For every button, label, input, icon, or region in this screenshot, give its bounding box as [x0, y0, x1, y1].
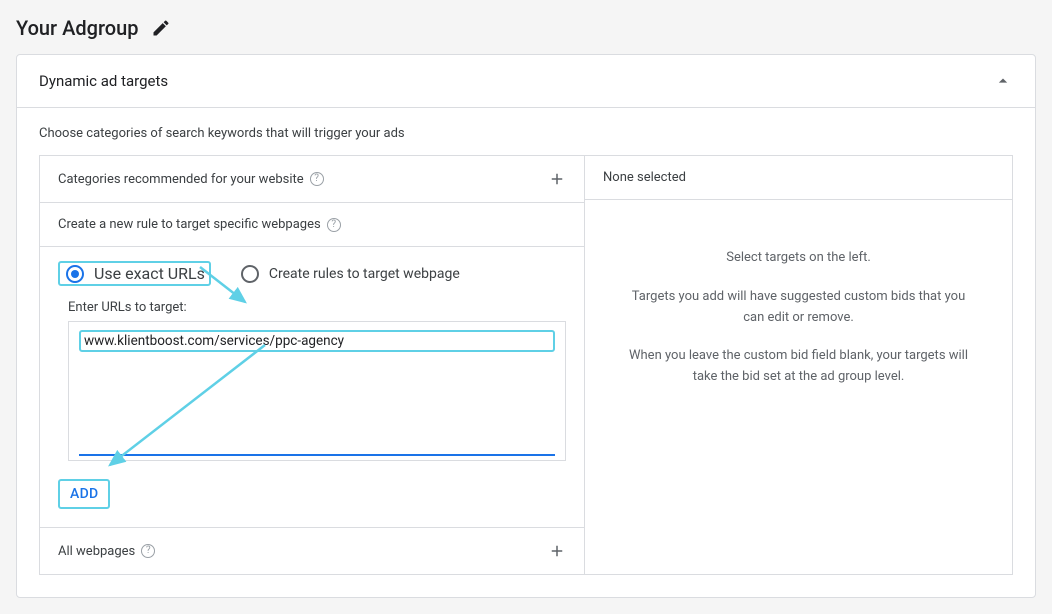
targets-columns: Categories recommended for your website … — [39, 155, 1013, 575]
plus-icon[interactable] — [548, 542, 566, 560]
left-column: Categories recommended for your website … — [40, 156, 585, 574]
radio-use-exact-urls[interactable]: Use exact URLs — [58, 261, 211, 286]
rule-area: Use exact URLs Create rules to target we… — [40, 247, 584, 528]
plus-icon[interactable] — [548, 170, 566, 188]
row-categories[interactable]: Categories recommended for your website … — [40, 156, 584, 203]
help-line-1: Select targets on the left. — [621, 248, 976, 269]
radio-icon — [241, 265, 259, 283]
add-button[interactable]: ADD — [58, 479, 110, 509]
right-help-text: Select targets on the left. Targets you … — [585, 200, 1012, 574]
url-value: www.klientboost.com/services/ppc-agency — [79, 330, 555, 352]
help-icon[interactable]: ? — [327, 218, 341, 232]
card-header[interactable]: Dynamic ad targets — [17, 55, 1035, 108]
help-icon[interactable]: ? — [141, 544, 155, 558]
radio-rules-label: Create rules to target webpage — [269, 266, 460, 282]
chevron-up-icon[interactable] — [993, 71, 1013, 91]
radio-icon — [66, 265, 84, 283]
right-column: None selected Select targets on the left… — [585, 156, 1012, 574]
none-selected-label: None selected — [585, 156, 1012, 200]
edit-icon[interactable] — [151, 18, 171, 38]
row-create-rule: Create a new rule to target specific web… — [40, 203, 584, 247]
card-title: Dynamic ad targets — [39, 72, 168, 90]
url-textarea[interactable]: www.klientboost.com/services/ppc-agency — [68, 321, 566, 461]
page-header: Your Adgroup — [16, 16, 1036, 40]
card-body: Choose categories of search keywords tha… — [17, 108, 1035, 597]
radio-create-rules[interactable]: Create rules to target webpage — [241, 265, 460, 283]
page-title: Your Adgroup — [16, 16, 139, 40]
dynamic-ad-targets-card: Dynamic ad targets Choose categories of … — [16, 54, 1036, 598]
row-categories-label: Categories recommended for your website — [58, 172, 304, 187]
radio-exact-label: Use exact URLs — [94, 264, 205, 283]
row-all-webpages[interactable]: All webpages ? — [40, 528, 584, 574]
row-all-webpages-label: All webpages — [58, 544, 135, 559]
enter-urls-label: Enter URLs to target: — [68, 300, 566, 315]
help-line-3: When you leave the custom bid field blan… — [621, 346, 976, 388]
help-line-2: Targets you add will have suggested cust… — [621, 287, 976, 329]
intro-text: Choose categories of search keywords tha… — [39, 126, 1013, 141]
row-create-rule-label: Create a new rule to target specific web… — [58, 217, 321, 232]
help-icon[interactable]: ? — [310, 172, 324, 186]
input-underline — [79, 454, 555, 456]
